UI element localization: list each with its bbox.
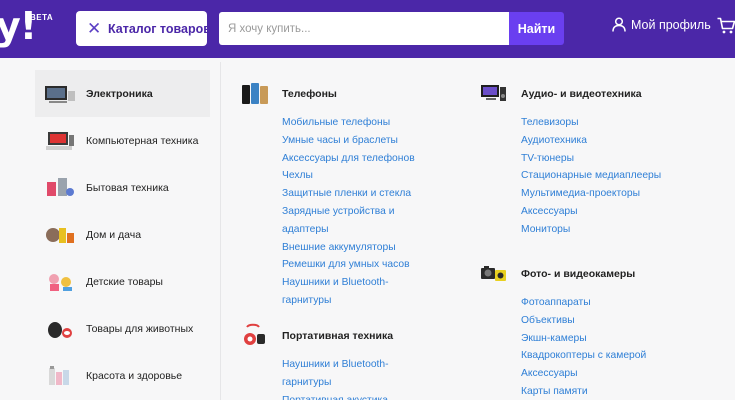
beauty-icon xyxy=(42,362,78,390)
link-smart-watches[interactable]: Умные часы и браслеты xyxy=(282,132,415,150)
category-item-kids[interactable]: Детские товары xyxy=(35,258,210,305)
link-phone-accessories[interactable]: Аксессуары для телефонов xyxy=(282,150,415,168)
link-headphones[interactable]: Наушники и Bluetooth-гарнитуры xyxy=(282,274,400,310)
site-logo[interactable]: y! xyxy=(0,6,37,46)
header: y! BETA ✕ Каталог товаров Найти Мой проф… xyxy=(0,0,735,58)
link-screen-protectors[interactable]: Защитные пленки и стекла xyxy=(282,185,415,203)
link-chargers[interactable]: Зарядные устройства и адаптеры xyxy=(282,203,402,239)
section-title: Портативная техника xyxy=(282,330,394,342)
audio-video-icon xyxy=(479,81,509,107)
link-cases[interactable]: Чехлы xyxy=(282,167,415,185)
category-item-computers[interactable]: Компьютерная техника xyxy=(35,117,210,164)
link-mobile-phones[interactable]: Мобильные телефоны xyxy=(282,114,415,132)
tv-icon xyxy=(42,80,78,108)
link-tvs[interactable]: Телевизоры xyxy=(521,114,661,132)
category-label: Бытовая техника xyxy=(86,181,169,194)
link-action-cameras[interactable]: Экшн-камеры xyxy=(521,330,646,348)
link-power-banks[interactable]: Внешние аккумуляторы xyxy=(282,239,415,257)
category-item-appliances[interactable]: Бытовая техника xyxy=(35,164,210,211)
profile-label: Мой профиль xyxy=(631,17,711,32)
catalog-label: Каталог товаров xyxy=(108,21,211,36)
category-item-pets[interactable]: Товары для животных xyxy=(35,305,210,352)
appliance-icon xyxy=(42,174,78,202)
link-audio[interactable]: Аудиотехника xyxy=(521,132,661,150)
link-portable-speakers[interactable]: Портативная акустика xyxy=(282,392,400,400)
link-projectors[interactable]: Мультимедиа-проекторы xyxy=(521,185,661,203)
category-label: Товары для животных xyxy=(86,322,194,335)
link-camera-accessories[interactable]: Аксессуары xyxy=(521,365,646,383)
cart-button[interactable] xyxy=(717,17,735,40)
link-media-players[interactable]: Стационарные медиаплееры xyxy=(521,167,661,185)
category-label: Электроника xyxy=(86,87,153,100)
camera-icon xyxy=(479,261,509,287)
section-phones: Телефоны Мобильные телефоны Умные часы и… xyxy=(240,81,415,310)
category-item-home-garden[interactable]: Дом и дача xyxy=(35,211,210,258)
search-input[interactable] xyxy=(219,12,509,45)
computer-icon xyxy=(42,127,78,155)
category-label: Дом и дача xyxy=(86,228,142,241)
link-headphones-2[interactable]: Наушники и Bluetooth-гарнитуры xyxy=(282,356,400,392)
catalog-button[interactable]: ✕ Каталог товаров xyxy=(76,11,211,46)
section-audio-video: Аудио- и видеотехника Телевизоры Аудиоте… xyxy=(479,81,661,239)
panel-divider xyxy=(220,62,221,400)
cart-icon xyxy=(717,17,735,34)
category-label: Детские товары xyxy=(86,275,163,288)
link-drones[interactable]: Квадрокоптеры с камерой xyxy=(521,347,646,365)
phones-icon xyxy=(240,81,270,107)
link-watch-straps[interactable]: Ремешки для умных часов xyxy=(282,256,415,274)
close-icon: ✕ xyxy=(87,19,102,38)
pet-icon xyxy=(42,315,78,343)
section-portable: Портативная техника Наушники и Bluetooth… xyxy=(240,323,400,400)
profile-link[interactable]: Мой профиль xyxy=(612,17,711,32)
kids-icon xyxy=(42,268,78,296)
section-title: Фото- и видеокамеры xyxy=(521,268,636,280)
beta-badge: BETA xyxy=(30,13,54,22)
category-item-beauty[interactable]: Красота и здоровье xyxy=(35,352,210,399)
section-title: Телефоны xyxy=(282,88,337,100)
link-accessories[interactable]: Аксессуары xyxy=(521,203,661,221)
category-sidebar: Электроника Компьютерная техника Бытовая… xyxy=(35,70,210,400)
category-label: Красота и здоровье xyxy=(86,369,183,382)
user-icon xyxy=(612,17,626,32)
link-memory-cards[interactable]: Карты памяти xyxy=(521,383,646,400)
link-cameras[interactable]: Фотоаппараты xyxy=(521,294,646,312)
link-tv-tuners[interactable]: TV-тюнеры xyxy=(521,150,661,168)
portable-icon xyxy=(240,323,270,349)
category-label: Компьютерная техника xyxy=(86,134,199,147)
category-item-electronics[interactable]: Электроника xyxy=(35,70,210,117)
link-lenses[interactable]: Объективы xyxy=(521,312,646,330)
find-button[interactable]: Найти xyxy=(509,12,564,45)
section-photo-video: Фото- и видеокамеры Фотоаппараты Объекти… xyxy=(479,261,646,400)
home-garden-icon xyxy=(42,221,78,249)
link-monitors[interactable]: Мониторы xyxy=(521,221,661,239)
section-title: Аудио- и видеотехника xyxy=(521,88,642,100)
